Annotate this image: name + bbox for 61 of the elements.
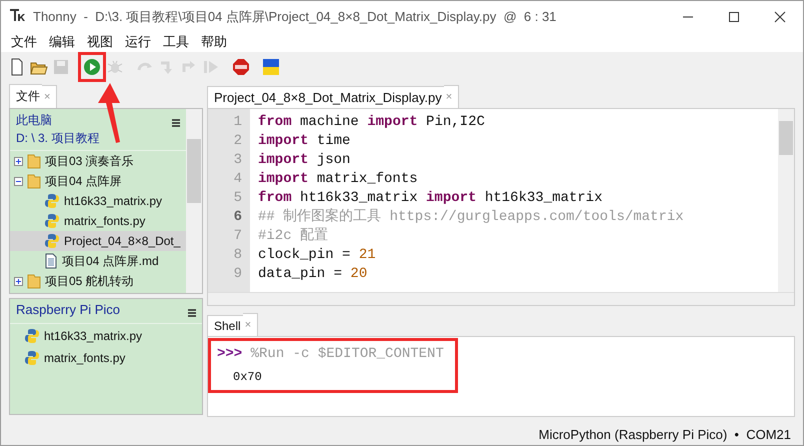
code-line: ## 制作图案的工具 https://gurgleapps.com/tools/matrix <box>258 208 684 227</box>
flag-icon[interactable] <box>261 57 281 77</box>
python-icon <box>24 328 40 344</box>
shell-output: 0x70 <box>232 369 263 386</box>
path-label: D: \ 3. 项目教程 <box>16 130 100 147</box>
code-line: #i2c 配置 <box>258 227 330 246</box>
line-number: 8 <box>234 246 242 265</box>
menu-item[interactable]: 工具 <box>157 33 195 51</box>
line-number: 1 <box>234 113 242 132</box>
shell-tab[interactable]: Shell <box>207 315 243 336</box>
code-line: data_pin = 20 <box>258 265 368 284</box>
stop-icon[interactable] <box>231 57 251 77</box>
folder-icon <box>27 273 41 289</box>
code-line: import time <box>258 132 352 151</box>
code-line: import matrix_fonts <box>258 170 419 189</box>
code-line: clock_pin = 21 <box>258 246 377 265</box>
shell-prompt: >>> <box>217 346 242 362</box>
line-number: 5 <box>234 189 242 208</box>
device-title: Raspberry Pi Pico <box>16 302 120 317</box>
run-icon[interactable] <box>81 55 103 79</box>
file-item[interactable]: ht16k33_matrix.py <box>64 194 162 208</box>
scrollbar[interactable] <box>186 109 202 293</box>
file-item[interactable]: matrix_fonts.py <box>44 351 126 365</box>
python-icon <box>24 350 40 366</box>
menu-item[interactable]: 运行 <box>119 33 157 51</box>
window-title: Thonny - D:\3. 项目教程\项目04 点阵屏\Project_04_8×8_Dot_Matrix_Display.py @ 6 : 31 <box>33 8 558 26</box>
menu-item[interactable]: 文件 <box>5 33 43 51</box>
folder-item[interactable]: 项目04 点阵屏 <box>45 172 122 190</box>
folder-item[interactable]: 项目05 舵机转动 <box>45 272 134 290</box>
scrollbar[interactable] <box>778 109 794 292</box>
file-item[interactable]: matrix_fonts.py <box>64 214 146 228</box>
status-text: MicroPython (Raspberry Pi Pico) • COM21 <box>538 426 791 442</box>
files-tab[interactable]: 文件 <box>9 84 42 108</box>
editor-tab[interactable]: Project_04_8×8_Dot_Matrix_Display.py <box>207 86 444 108</box>
expander-icon[interactable] <box>14 176 23 186</box>
python-icon <box>44 193 60 209</box>
python-icon <box>44 213 60 229</box>
code-line: from ht16k33_matrix import ht16k33_matrix <box>258 189 604 208</box>
location-label: 此电脑 <box>16 112 53 129</box>
line-number: 2 <box>234 132 242 151</box>
line-number: 6 <box>234 208 242 227</box>
file-item[interactable]: ht16k33_matrix.py <box>44 329 142 343</box>
shell-command: %Run -c $EDITOR_CONTENT <box>250 346 444 362</box>
line-number: 4 <box>234 170 242 189</box>
document-icon <box>44 253 58 269</box>
code-line: import json <box>258 151 352 170</box>
menu-item[interactable]: 编辑 <box>43 33 81 51</box>
expander-icon[interactable] <box>14 276 23 286</box>
menu-item[interactable]: 视图 <box>81 33 119 51</box>
code-line: from machine import Pin,I2C <box>258 113 486 132</box>
line-number: 3 <box>234 151 242 170</box>
file-item[interactable]: 项目04 点阵屏.md <box>62 252 159 270</box>
line-number: 9 <box>234 265 242 284</box>
folder-icon <box>27 173 41 189</box>
expander-icon[interactable] <box>14 156 23 166</box>
line-number: 7 <box>234 227 242 246</box>
folder-icon <box>27 153 41 169</box>
python-icon <box>44 233 60 249</box>
horizontal-scrollbar[interactable] <box>208 292 794 305</box>
menu-item[interactable]: 帮助 <box>195 33 233 51</box>
folder-item[interactable]: 项目03 演奏音乐 <box>45 152 134 170</box>
